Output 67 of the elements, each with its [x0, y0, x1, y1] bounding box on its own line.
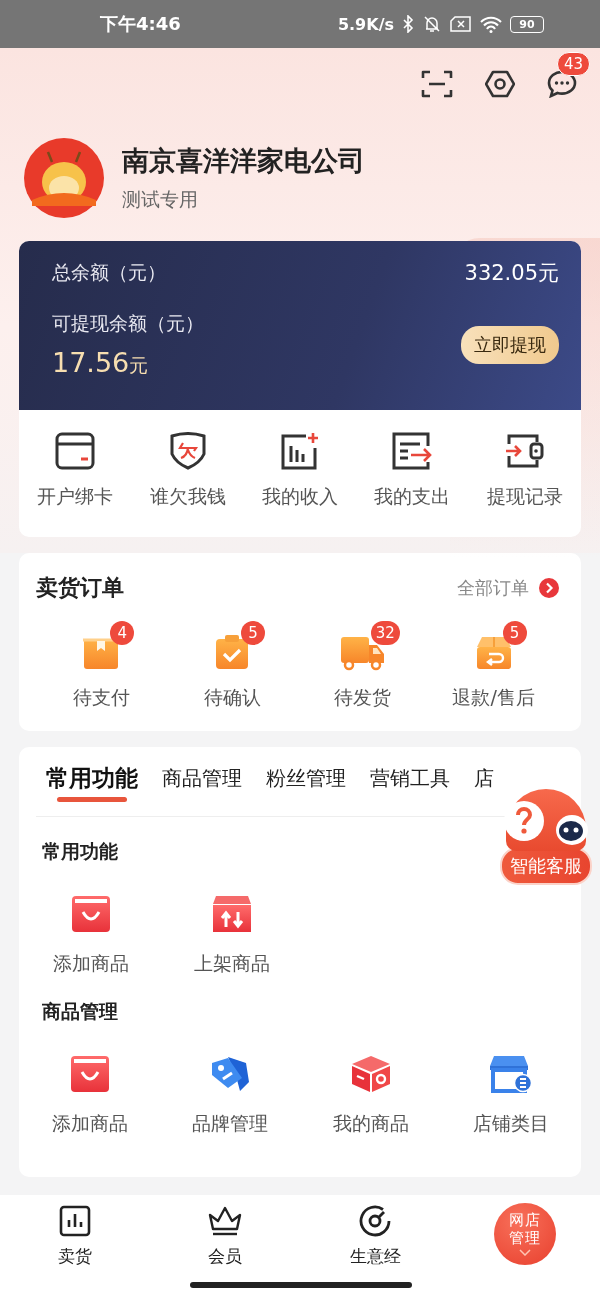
box-gear-icon[interactable]: [350, 1055, 391, 1093]
message-count-badge: 43: [557, 52, 591, 76]
wallet-action-label[interactable]: 提现记录: [486, 483, 563, 510]
nav-label[interactable]: 生意经: [349, 1245, 401, 1268]
wallet-action-label[interactable]: 我的收入: [262, 483, 338, 510]
order-status-label[interactable]: 待确认: [203, 685, 261, 711]
shield-icon[interactable]: [168, 431, 207, 470]
nav-label[interactable]: 会员: [208, 1245, 242, 1268]
function-label[interactable]: 我的商品: [332, 1111, 409, 1137]
caret-icon: [519, 1248, 531, 1256]
card-icon[interactable]: [55, 431, 96, 470]
shopping-bag-icon[interactable]: [70, 895, 111, 933]
crown-icon[interactable]: [208, 1205, 242, 1237]
function-tab[interactable]: 常用功能: [36, 747, 148, 816]
order-status-label[interactable]: 待支付: [72, 685, 130, 711]
dial-icon[interactable]: [359, 1205, 391, 1237]
function-tab[interactable]: 粉丝管理: [256, 747, 356, 816]
function-label[interactable]: 上架商品: [193, 951, 270, 977]
settings-icon[interactable]: [485, 70, 515, 98]
wallet-action-label[interactable]: 开户绑卡: [37, 483, 114, 510]
total-balance-value: 332.05元: [464, 260, 559, 287]
box-arrows-icon[interactable]: [211, 895, 252, 933]
section-title: 商品管理: [42, 999, 119, 1024]
withdraw-button[interactable]: 立即提现: [461, 326, 559, 364]
orders-title: 卖货订单: [36, 574, 125, 602]
scan-icon[interactable]: [421, 69, 453, 99]
function-label[interactable]: 添加商品: [52, 1111, 129, 1137]
bluetooth-icon: [402, 15, 414, 33]
order-count-badge: 32: [370, 621, 400, 645]
order-status-label[interactable]: 待发货: [334, 685, 392, 711]
wallet-action-label[interactable]: 我的支出: [374, 483, 451, 510]
avatar-icon: [24, 138, 104, 218]
function-tab[interactable]: 营销工具: [360, 747, 460, 816]
order-count-badge: 4: [110, 621, 135, 645]
status-time: 下午4:46: [100, 12, 181, 36]
battery-icon: 90: [510, 15, 544, 33]
company-name: 南京喜洋洋家电公司: [122, 144, 365, 178]
function-label[interactable]: 添加商品: [52, 951, 129, 977]
question-bubble-icon: [502, 799, 546, 843]
wifi-icon: [480, 15, 502, 33]
sim-card-icon: [450, 16, 472, 32]
chevron-right-icon[interactable]: [539, 578, 559, 598]
nav-label[interactable]: 卖货: [58, 1245, 92, 1268]
store-icon[interactable]: [489, 1055, 532, 1093]
function-tab[interactable]: 商品管理: [152, 747, 252, 816]
order-count-badge: 5: [502, 621, 527, 645]
section-title: 常用功能: [42, 839, 119, 864]
function-label[interactable]: 店铺类目: [472, 1111, 549, 1137]
withdrawable-label: 可提现余额（元）: [52, 311, 204, 336]
company-subtitle: 测试专用: [122, 187, 199, 212]
message-icon[interactable]: [547, 70, 577, 98]
list-arrow-icon[interactable]: [391, 431, 434, 470]
bar-chart-icon[interactable]: [59, 1205, 91, 1237]
shopping-bag-icon[interactable]: [70, 1055, 111, 1093]
all-orders-link[interactable]: 全部订单: [457, 576, 529, 600]
muted-bell-icon: [422, 15, 442, 33]
bar-chart-icon[interactable]: [280, 431, 320, 470]
withdrawable-amount: 17.56元: [52, 347, 150, 379]
order-count-badge: 5: [241, 621, 266, 645]
network-speed: 5.9K/s: [337, 14, 394, 34]
tag-icon[interactable]: [210, 1055, 251, 1093]
total-balance-label: 总余额（元）: [52, 260, 166, 285]
wallet-action-label[interactable]: 谁欠我钱: [149, 483, 226, 510]
robot-icon: [554, 813, 590, 847]
function-tab[interactable]: 店: [464, 747, 504, 816]
function-label[interactable]: 品牌管理: [192, 1111, 269, 1137]
order-status-label[interactable]: 退款/售后: [452, 685, 535, 711]
